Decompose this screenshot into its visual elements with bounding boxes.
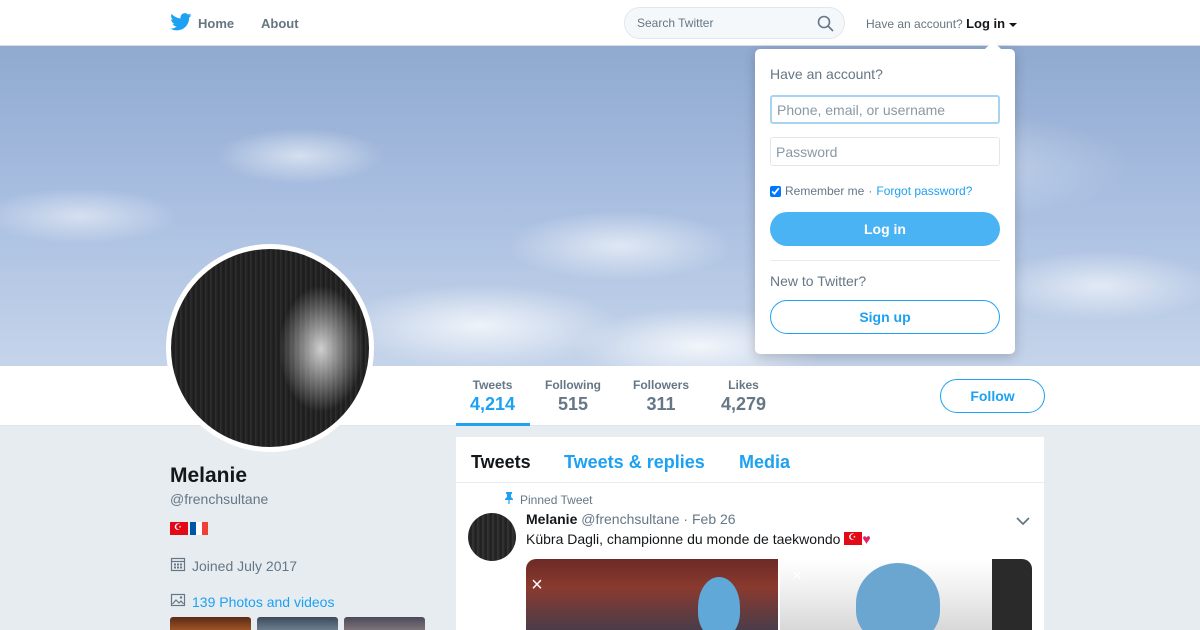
pin-icon xyxy=(504,492,514,507)
photos-videos-link[interactable]: 139 Photos and videos xyxy=(170,592,334,611)
signup-button[interactable]: Sign up xyxy=(770,300,1000,334)
tweet-author-handle[interactable]: @frenchsultane xyxy=(581,511,679,527)
turkey-flag-icon xyxy=(170,522,188,535)
tweet-photo[interactable]: × xyxy=(526,559,778,630)
login-dropdown: Have an account? Remember me · Forgot pa… xyxy=(755,41,1015,354)
tweet-header: Melanie @frenchsultane · Feb 26 xyxy=(526,511,736,527)
active-stat-underline xyxy=(456,423,530,426)
home-nav-label: Home xyxy=(198,16,235,31)
stat-tweets-value: 4,214 xyxy=(470,394,516,414)
france-flag-icon xyxy=(190,522,208,535)
top-navigation-bar: Home About Search Twitter Have an accoun… xyxy=(0,0,1200,46)
tab-media[interactable]: Media xyxy=(739,452,790,473)
remember-row: Remember me · Forgot password? xyxy=(770,184,972,198)
profile-name[interactable]: Melanie xyxy=(170,464,247,488)
search-input[interactable]: Search Twitter xyxy=(637,16,713,30)
tweet-author-avatar[interactable] xyxy=(468,513,516,561)
tweet-photo[interactable]: × xyxy=(780,559,1032,630)
profile-avatar[interactable] xyxy=(166,244,374,452)
tweet-timestamp[interactable]: Feb 26 xyxy=(692,511,736,527)
turkey-flag-emoji-icon xyxy=(844,532,863,545)
media-thumbnail[interactable] xyxy=(170,617,251,630)
pinned-tweet-label: Pinned Tweet xyxy=(520,492,593,507)
dropdown-divider xyxy=(770,260,1000,261)
profile-handle[interactable]: @frenchsultane xyxy=(170,491,268,507)
joined-date-text: Joined July 2017 xyxy=(192,557,298,574)
timeline-tabs: Tweets Tweets & replies Media xyxy=(456,437,1044,483)
media-thumbnail[interactable] xyxy=(344,617,425,630)
stat-following-value: 515 xyxy=(557,394,589,414)
profile-bio-flags xyxy=(170,522,208,535)
tweet-options-chevron-icon[interactable] xyxy=(1016,513,1030,531)
tweet-media-grid[interactable]: × × xyxy=(526,559,1032,630)
joined-date: Joined July 2017 xyxy=(170,556,297,575)
home-nav-link[interactable]: Home xyxy=(170,13,234,34)
stat-followers-value: 311 xyxy=(646,394,676,414)
login-button[interactable]: Log in xyxy=(770,212,1000,246)
tab-tweets[interactable]: Tweets xyxy=(471,452,531,473)
stat-likes-value: 4,279 xyxy=(721,394,767,414)
timeline-panel: Tweets Tweets & replies Media Pinned Twe… xyxy=(456,437,1044,630)
tweet-meta-separator: · xyxy=(683,511,689,527)
stat-tweets-label: Tweets xyxy=(472,378,513,392)
search-icon[interactable] xyxy=(817,15,834,37)
calendar-icon xyxy=(170,556,186,575)
media-thumbnail[interactable] xyxy=(257,617,338,630)
twitter-bird-icon xyxy=(170,13,192,34)
forgot-password-link[interactable]: Forgot password? xyxy=(876,184,972,198)
new-to-twitter-text: New to Twitter? xyxy=(770,273,867,289)
caret-down-icon xyxy=(1008,16,1017,31)
close-icon: × xyxy=(792,566,802,585)
photo-background-shape xyxy=(992,559,1032,630)
stat-following[interactable]: Following 515 xyxy=(545,378,601,415)
remember-me-label[interactable]: Remember me xyxy=(785,184,864,198)
dropdown-title: Have an account? xyxy=(770,66,883,82)
login-dropdown-toggle[interactable]: Log in xyxy=(966,16,1017,31)
photo-subject-shape xyxy=(698,577,740,630)
pinned-tweet-indicator: Pinned Tweet xyxy=(504,492,593,507)
stat-likes-label: Likes xyxy=(728,378,759,392)
login-toggle-label: Log in xyxy=(966,16,1006,31)
have-account-prompt: Have an account? Log in xyxy=(866,16,1017,31)
remember-me-checkbox[interactable] xyxy=(770,185,781,197)
image-icon xyxy=(170,592,186,611)
close-icon: × xyxy=(531,574,543,596)
username-input[interactable] xyxy=(770,95,1000,124)
have-account-text: Have an account? xyxy=(866,17,963,31)
tab-tweets-replies[interactable]: Tweets & replies xyxy=(564,452,705,473)
photos-videos-label: 139 Photos and videos xyxy=(192,593,335,610)
stat-likes[interactable]: Likes 4,279 xyxy=(721,378,766,415)
stat-tweets[interactable]: Tweets 4,214 xyxy=(470,378,515,415)
password-input[interactable] xyxy=(770,137,1000,166)
stat-followers[interactable]: Followers 311 xyxy=(633,378,689,415)
remember-separator: · xyxy=(868,184,873,198)
search-box[interactable]: Search Twitter xyxy=(624,7,845,39)
follow-button[interactable]: Follow xyxy=(940,379,1045,413)
stat-followers-label: Followers xyxy=(633,378,690,392)
about-nav-link[interactable]: About xyxy=(261,16,299,31)
photo-subject-shape xyxy=(856,563,940,630)
tweet-text-content: Kübra Dagli, championne du monde de taek… xyxy=(526,531,841,547)
tweet-author-name[interactable]: Melanie xyxy=(526,511,577,527)
heart-emoji-icon: ♥ xyxy=(862,531,871,547)
stat-following-label: Following xyxy=(545,378,601,392)
tweet-text: Kübra Dagli, championne du monde de taek… xyxy=(526,531,871,547)
media-thumbnails xyxy=(170,617,425,630)
